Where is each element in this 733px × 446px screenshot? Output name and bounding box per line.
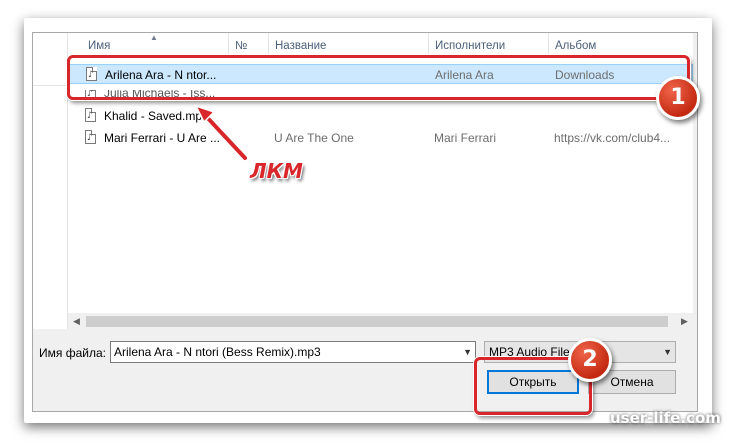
watermark: user-life.com bbox=[610, 409, 721, 427]
left-click-label: ЛКМ bbox=[250, 159, 303, 183]
pointer-arrow-icon bbox=[194, 104, 249, 162]
